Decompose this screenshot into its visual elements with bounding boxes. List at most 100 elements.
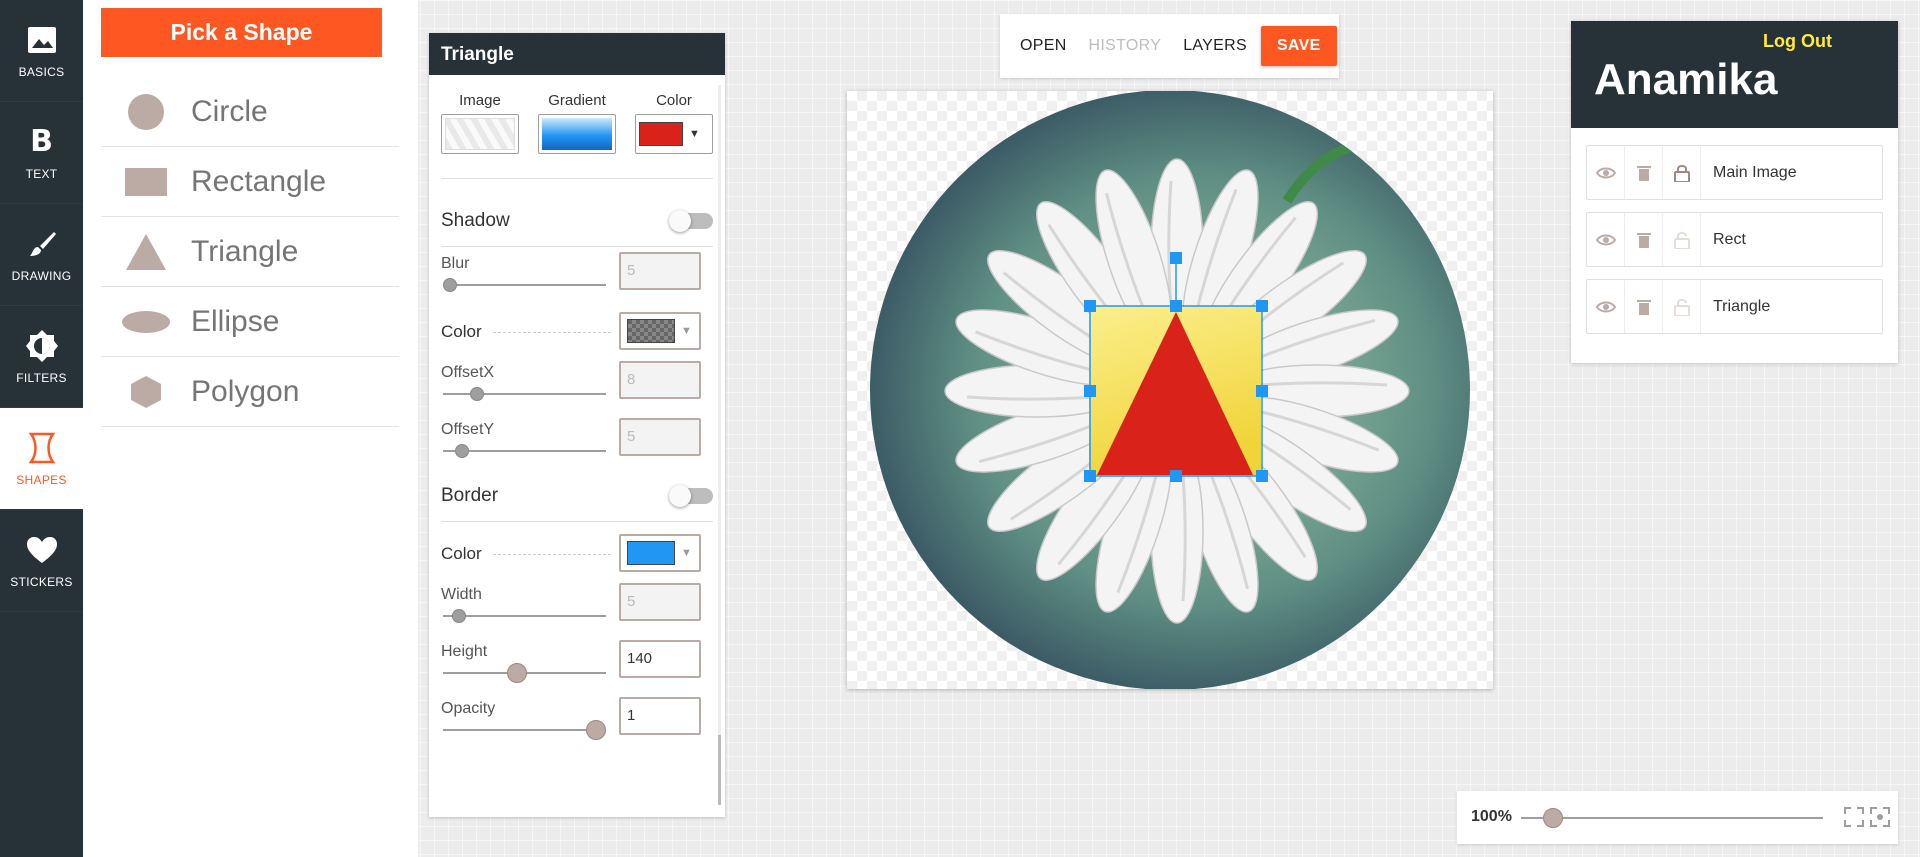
- zoom-value: 100%: [1471, 808, 1512, 825]
- opacity-slider[interactable]: [586, 720, 606, 740]
- height-input[interactable]: 140: [619, 640, 701, 678]
- bold-b-icon: B: [30, 124, 53, 159]
- shadow-blur-row: Blur 5: [441, 247, 713, 304]
- nav-label: SHAPES: [16, 472, 67, 487]
- shape-label: Polygon: [191, 374, 300, 408]
- fullscreen-icon[interactable]: [1843, 806, 1865, 828]
- fit-screen-icon[interactable]: [1869, 806, 1891, 828]
- border-width-slider[interactable]: [451, 609, 466, 623]
- shape-label: Circle: [191, 94, 268, 128]
- resize-handle[interactable]: [1170, 470, 1182, 482]
- pick-shape-header[interactable]: Pick a Shape: [101, 8, 382, 57]
- fill-gradient-button[interactable]: [538, 114, 616, 154]
- resize-handle[interactable]: [1256, 470, 1268, 482]
- trash-icon[interactable]: [1625, 146, 1663, 199]
- shadow-offsety-input[interactable]: 5: [619, 418, 701, 456]
- fill-options: Image Gradient Color ▼: [441, 75, 713, 154]
- fill-image-button[interactable]: [441, 114, 519, 154]
- editor-canvas[interactable]: [847, 91, 1493, 689]
- properties-title: Triangle: [429, 33, 725, 75]
- opacity-label: Opacity: [441, 700, 496, 717]
- unlock-icon[interactable]: [1663, 280, 1701, 333]
- hexagon-icon: [101, 375, 191, 409]
- shadow-color-label: Color: [441, 322, 482, 341]
- border-color-picker[interactable]: ▼: [619, 534, 701, 572]
- fill-image-label: Image: [459, 92, 501, 109]
- zoom-slider[interactable]: [1543, 808, 1564, 828]
- image-icon: [25, 23, 59, 57]
- layer-name: Triangle: [1713, 297, 1771, 315]
- resize-handle[interactable]: [1170, 300, 1182, 312]
- layers-button[interactable]: LAYERS: [1175, 29, 1255, 63]
- rectangle-icon: [101, 166, 191, 198]
- rotate-handle[interactable]: [1170, 252, 1182, 264]
- history-button[interactable]: HISTORY: [1081, 29, 1170, 63]
- trash-icon[interactable]: [1625, 213, 1663, 266]
- shadow-offsetx-input[interactable]: 8: [619, 361, 701, 399]
- border-toggle[interactable]: [669, 484, 713, 507]
- lock-icon[interactable]: [1663, 146, 1701, 199]
- fill-color-picker[interactable]: ▼: [635, 114, 713, 154]
- resize-handle[interactable]: [1256, 385, 1268, 397]
- nav-drawing[interactable]: DRAWING: [0, 204, 83, 306]
- shadow-title: Shadow: [441, 209, 510, 231]
- nav-label: DRAWING: [11, 268, 72, 283]
- nav-label: BASICS: [18, 64, 65, 79]
- eye-icon[interactable]: [1587, 280, 1625, 333]
- shadow-color-picker[interactable]: ▼: [619, 312, 701, 350]
- border-color-label: Color: [441, 544, 482, 563]
- trash-icon[interactable]: [1625, 280, 1663, 333]
- shape-item-ellipse[interactable]: Ellipse: [101, 287, 399, 357]
- resize-handle[interactable]: [1256, 300, 1268, 312]
- username: Anamika: [1594, 55, 1778, 104]
- shadow-toggle[interactable]: [669, 209, 713, 232]
- shape-item-rectangle[interactable]: Rectangle: [101, 147, 399, 217]
- layer-list: Main Image Rect Triangle: [1571, 128, 1898, 334]
- border-width-label: Width: [441, 586, 482, 603]
- border-color-row: Color ▼: [441, 526, 713, 578]
- border-width-input[interactable]: 5: [619, 583, 701, 621]
- border-section: Border: [441, 470, 713, 522]
- resize-handle[interactable]: [1084, 300, 1096, 312]
- shadow-offsetx-slider[interactable]: [469, 387, 484, 401]
- nav-label: STICKERS: [10, 574, 73, 589]
- brightness-icon: [25, 329, 59, 363]
- nav-shapes[interactable]: SHAPES: [0, 408, 83, 510]
- height-row: Height 140: [441, 635, 713, 692]
- layer-item[interactable]: Rect: [1586, 212, 1883, 267]
- eye-icon[interactable]: [1587, 213, 1625, 266]
- shadow-section: Shadow: [441, 195, 713, 247]
- open-button[interactable]: OPEN: [1012, 29, 1075, 63]
- main-nav: BASICS B TEXT DRAWING FILTERS SHAPES STI…: [0, 0, 83, 857]
- top-toolbar: OPEN HISTORY LAYERS SAVE: [1000, 14, 1339, 78]
- nav-label: TEXT: [25, 166, 58, 181]
- layer-item[interactable]: Triangle: [1586, 279, 1883, 334]
- unlock-icon[interactable]: [1663, 213, 1701, 266]
- opacity-input[interactable]: 1: [619, 697, 701, 735]
- shape-list: Circle Rectangle Triangle Ellipse Polygo…: [101, 77, 399, 427]
- layer-item[interactable]: Main Image: [1586, 145, 1883, 200]
- shadow-offsety-row: OffsetY 5: [441, 413, 713, 470]
- resize-handle[interactable]: [1084, 385, 1096, 397]
- save-button[interactable]: SAVE: [1260, 26, 1337, 66]
- properties-panel: Triangle Image Gradient Color ▼ Shadow B…: [429, 33, 725, 817]
- resize-handle[interactable]: [1084, 470, 1096, 482]
- shape-icon: [25, 431, 59, 465]
- brush-icon: [25, 227, 59, 261]
- nav-text[interactable]: B TEXT: [0, 102, 83, 204]
- shadow-offsety-slider[interactable]: [454, 444, 469, 458]
- triangle-icon: [101, 232, 191, 272]
- shadow-blur-input[interactable]: 5: [619, 252, 701, 290]
- logout-link[interactable]: Log Out: [1763, 31, 1832, 52]
- opacity-row: Opacity 1: [441, 692, 713, 749]
- nav-basics[interactable]: BASICS: [0, 0, 83, 102]
- border-width-row: Width 5: [441, 578, 713, 635]
- shape-item-triangle[interactable]: Triangle: [101, 217, 399, 287]
- shadow-blur-slider[interactable]: [443, 278, 457, 292]
- shape-item-polygon[interactable]: Polygon: [101, 357, 399, 427]
- eye-icon[interactable]: [1587, 146, 1625, 199]
- shape-item-circle[interactable]: Circle: [101, 77, 399, 147]
- nav-stickers[interactable]: STICKERS: [0, 510, 83, 612]
- nav-filters[interactable]: FILTERS: [0, 306, 83, 408]
- height-slider[interactable]: [507, 663, 528, 683]
